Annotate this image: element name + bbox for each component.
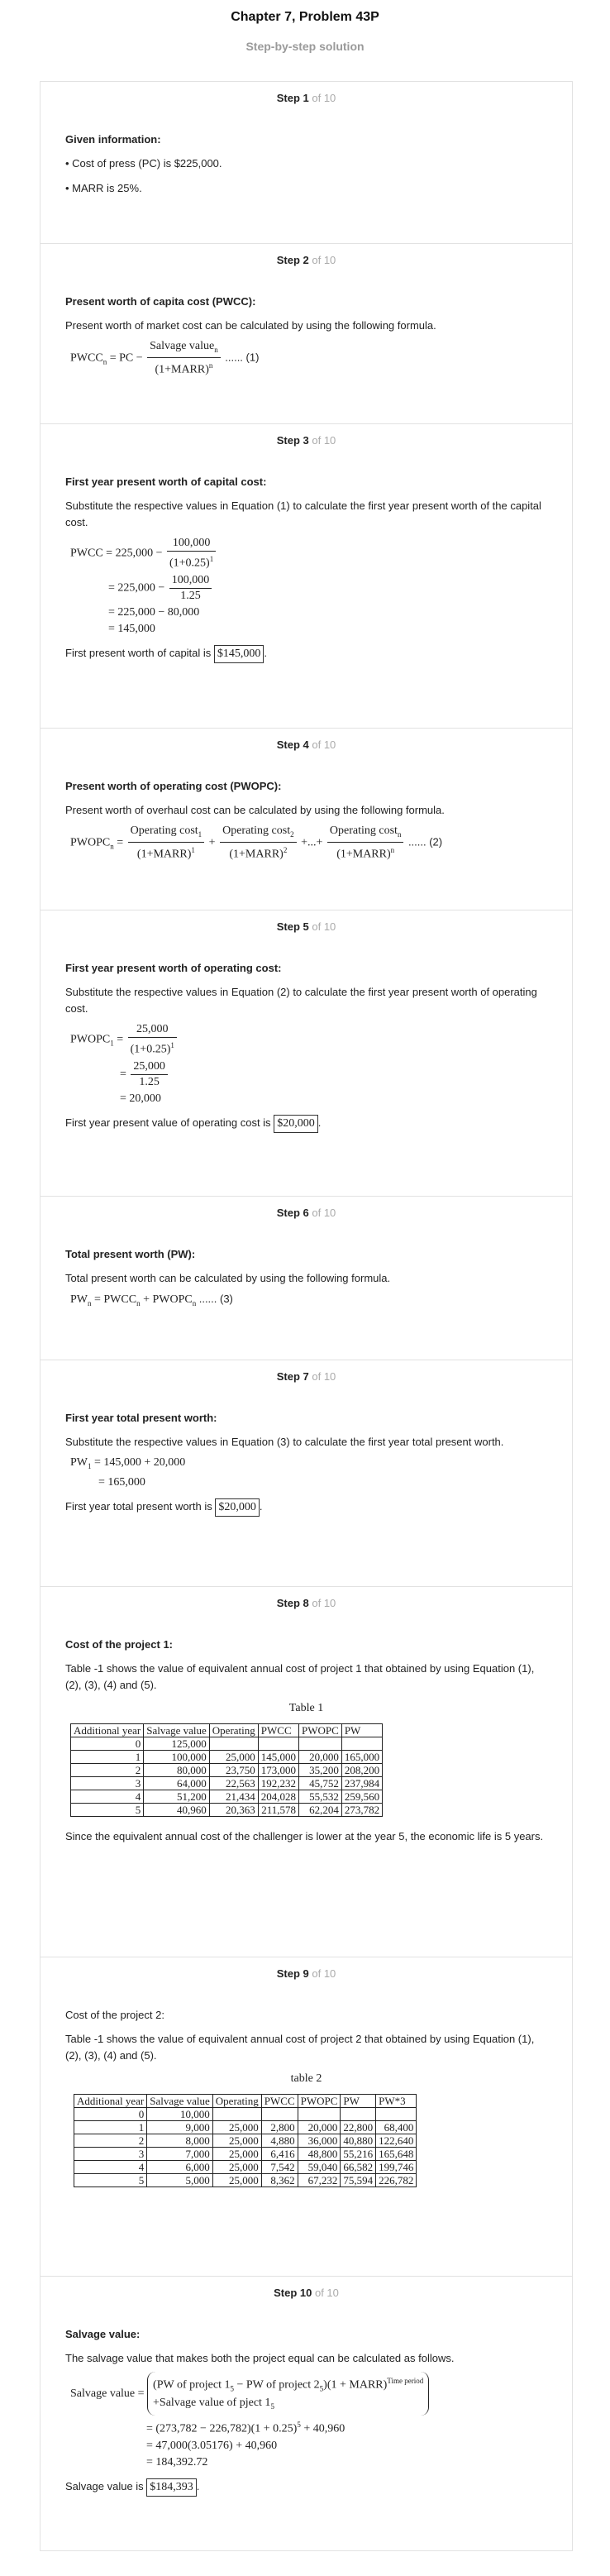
step-text: Substitute the respective values in Equa… (65, 1436, 504, 1448)
step-3: Step 3 of 10 First year present worth of… (41, 423, 572, 728)
step-7: Step 7 of 10 First year total present wo… (41, 1360, 572, 1586)
given-item: • Cost of press (PC) is $225,000. (65, 157, 222, 170)
step-label: Step 9 of 10 (276, 1967, 336, 1980)
table-row: 2 8,000 25,000 4,880 36,000 40,880 122,640 (73, 2134, 417, 2148)
step-heading: First year present worth of operating co… (65, 962, 282, 974)
step-label: Step 1 of 10 (276, 92, 336, 104)
table-row: 0 10,000 (73, 2107, 417, 2121)
result-line: Salvage value is $184,393. (65, 2478, 547, 2497)
step-text: Table -1 shows the value of equivalent a… (65, 1662, 535, 1691)
table-row: 3 64,000 22,563 192,232 45,752 237,984 (69, 1776, 384, 1790)
step-text: Substitute the respective values in Equa… (65, 986, 537, 1015)
table-row: 0 125,000 (69, 1737, 384, 1751)
result-line: First present worth of capital is $145,0… (65, 644, 547, 663)
step-6: Step 6 of 10 Total present worth (PW): T… (41, 1196, 572, 1360)
result-value: $145,000 (213, 644, 264, 663)
table-row: 1 100,000 25,000 145,000 20,000 165,000 (69, 1750, 384, 1764)
page-header: Chapter 7, Problem 43P Step-by-step solu… (0, 0, 610, 81)
step-heading: First year present worth of capital cost… (65, 476, 267, 488)
step-1: Step 1 of 10 Given information: • Cost o… (41, 81, 572, 243)
step-8: Step 8 of 10 Cost of the project 1: Tabl… (41, 1586, 572, 1957)
step-text: Total present worth can be calculated by… (65, 1272, 391, 1284)
step-label: Step 7 of 10 (276, 1370, 336, 1383)
step-text: Substitute the respective values in Equa… (65, 499, 541, 528)
step-label: Step 4 of 10 (276, 738, 336, 751)
result-line: First year total present worth is $20,00… (65, 1498, 547, 1517)
given-item: • MARR is 25%. (65, 182, 142, 194)
step-5: Step 5 of 10 First year present worth of… (41, 910, 572, 1196)
result-line: First year present value of operating co… (65, 1114, 547, 1133)
table-row: 5 5,000 25,000 8,362 67,232 75,594 226,782 (73, 2173, 417, 2187)
table-row: 4 51,200 21,434 204,028 55,532 259,560 (69, 1790, 384, 1804)
step-heading: Total present worth (PW): (65, 1248, 196, 1260)
step-heading: Present worth of operating cost (PWOPC): (65, 780, 282, 792)
step-2: Step 2 of 10 Present worth of capita cos… (41, 243, 572, 423)
step-label: Step 3 of 10 (276, 434, 336, 447)
pwopc-formula: PWOPCn = Operating cost1 (1+MARR)1 + Oper… (70, 824, 443, 861)
table-row: 2 80,000 23,750 173,000 35,200 208,200 (69, 1763, 384, 1777)
project-2-table: Additional year Salvage value Operating PWC… (73, 2094, 417, 2187)
step-label: Step 5 of 10 (276, 920, 336, 933)
step-heading: Present worth of capita cost (PWCC): (65, 295, 256, 308)
page-title: Chapter 7, Problem 43P (231, 10, 379, 24)
step-heading: Salvage value: (65, 2328, 141, 2340)
result-value: $20,000 (215, 1498, 260, 1517)
step-text: The salvage value that makes both the pr… (65, 2352, 455, 2364)
result-value: $184,393 (146, 2478, 197, 2497)
step-label: Step 6 of 10 (276, 1207, 336, 1219)
salvage-calculation: Salvage value = (PW of project 15 − PW o… (70, 2372, 547, 2470)
pwcc-formula: PWCCn = PC − Salvage valuen (1+MARR)n ...… (70, 340, 260, 376)
step-label: Step 10 of 10 (274, 2287, 339, 2299)
project-1-table: Additional year Salvage value Operating PWC… (69, 1723, 384, 1817)
table-caption: table 2 (290, 2072, 322, 2085)
table-header-row: Additional year Salvage value Operating PWC… (73, 2094, 417, 2108)
step-note: Since the equivalent annual cost of the … (65, 1830, 544, 1842)
step-heading: Given information: (65, 133, 161, 146)
step-text: Present worth of market cost can be calc… (65, 319, 436, 332)
step-label: Step 2 of 10 (276, 254, 336, 266)
step-heading: Cost of the project 1: (65, 1638, 174, 1651)
step-heading: Cost of the project 2: (65, 2009, 164, 2021)
step-4: Step 4 of 10 Present worth of operating … (41, 728, 572, 910)
step-9: Step 9 of 10 Cost of the project 2: Tabl… (41, 1957, 572, 2276)
page-subtitle: Step-by-step solution (245, 40, 365, 53)
step-10: Step 10 of 10 Salvage value: The salvage… (41, 2276, 572, 2550)
step-text: Table -1 shows the value of equivalent a… (65, 2033, 535, 2062)
step-text: Present worth of overhaul cost can be ca… (65, 804, 445, 816)
pw-calculation: PW1 = 145,000 + 20,000 = 165,000 (70, 1456, 186, 1489)
steps-container: Step 1 of 10 Given information: • Cost o… (40, 81, 573, 2551)
pw-formula: PWn = PWCCn + PWOPCn ...... (3) (70, 1293, 233, 1307)
table-header-row: Additional year Salvage value Operating PWC… (69, 1723, 384, 1737)
table-row: 1 9,000 25,000 2,800 20,000 22,800 68,400 (73, 2120, 417, 2134)
pwopc-calculation: PWOPC1 = 25,000 (1+0.25)1 = 25,000 1.25 = … (70, 1022, 547, 1106)
table-row: 4 6,000 25,000 7,542 59,040 66,582 199,746 (73, 2160, 417, 2174)
result-value: $20,000 (274, 1114, 318, 1133)
table-caption: Table 1 (288, 1702, 324, 1714)
table-row: 3 7,000 25,000 6,416 48,800 55,216 165,648 (73, 2147, 417, 2161)
table-row: 5 40,960 20,363 211,578 62,204 273,782 (69, 1803, 384, 1817)
pwcc-calculation: PWCC = 225,000 − 100,000 (1+0.25)1 = 225,… (70, 536, 547, 637)
step-heading: First year total present worth: (65, 1412, 217, 1424)
step-label: Step 8 of 10 (276, 1597, 336, 1609)
